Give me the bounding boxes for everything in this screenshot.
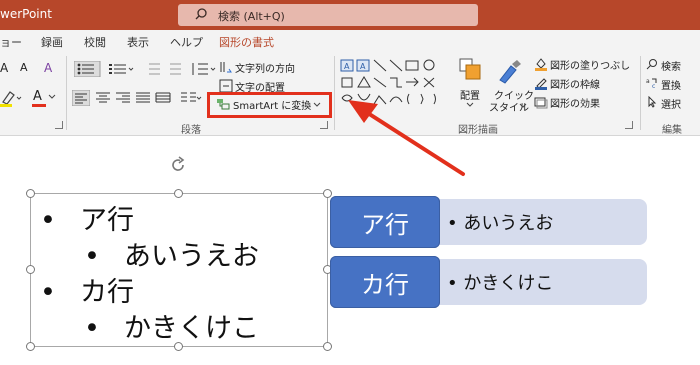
chevron-down-icon[interactable]: [519, 103, 527, 109]
bullet-glyph: •: [84, 313, 100, 344]
bullet-glyph: •: [40, 277, 56, 308]
resize-handle-w[interactable]: [26, 265, 35, 274]
bullet-text: ア行: [80, 205, 134, 236]
shape-outline-icon[interactable]: [534, 76, 548, 90]
select-button[interactable]: 選択: [661, 96, 681, 111]
shape-fill-button[interactable]: 図形の塗りつぶし: [550, 57, 630, 72]
bullet-glyph: •: [40, 205, 56, 236]
drawing-launcher-icon[interactable]: [625, 121, 633, 129]
resize-handle-ne[interactable]: [323, 189, 332, 198]
smartart-highlight: [207, 92, 332, 118]
tab-review[interactable]: 校閲: [84, 34, 106, 50]
resize-handle-n[interactable]: [174, 189, 183, 198]
numbering-icon[interactable]: [108, 62, 136, 76]
tab-view[interactable]: 表示: [127, 34, 149, 50]
bullets-icon[interactable]: [74, 61, 104, 77]
bullet-glyph: •: [84, 241, 100, 272]
search-box[interactable]: 検索 (Alt+Q): [178, 4, 478, 26]
font-color-swatch: [32, 104, 46, 107]
bullet-text: カ行: [80, 277, 134, 308]
tab-slideshow[interactable]: ョー: [0, 34, 22, 50]
font-launcher-icon[interactable]: [55, 121, 63, 129]
align-left-icon[interactable]: [72, 90, 90, 106]
separator: [66, 56, 67, 130]
paragraph-launcher-icon[interactable]: [320, 121, 328, 129]
shape-fill-icon[interactable]: [534, 57, 548, 71]
ribbon-tabs: ョー 録画 校閲 表示 ヘルプ 図形の書式: [0, 30, 700, 52]
svg-text:a: a: [646, 78, 650, 85]
justify-icon[interactable]: [135, 92, 151, 105]
font-size-down-button[interactable]: A: [20, 61, 28, 74]
shape-effects-icon[interactable]: [534, 95, 548, 109]
resize-handle-sw[interactable]: [26, 342, 35, 351]
bullet-item[interactable]: • かきくけこ: [84, 306, 259, 345]
smartart-header-1[interactable]: ア行: [330, 196, 440, 248]
bullet-item[interactable]: • ア行: [40, 198, 134, 237]
resize-handle-nw[interactable]: [26, 189, 35, 198]
svg-text:A: A: [344, 62, 350, 71]
columns-icon[interactable]: [180, 91, 202, 107]
quick-styles-icon[interactable]: [497, 58, 523, 84]
svg-text:A: A: [360, 62, 366, 71]
title-bar: werPoint 検索 (Alt+Q): [0, 0, 700, 30]
separator: [640, 56, 641, 130]
editing-group-label: 編集: [662, 125, 682, 136]
tab-shape-format[interactable]: 図形の書式: [219, 34, 274, 50]
replace-icon[interactable]: ac: [646, 77, 658, 89]
paragraph-group-label: 段落: [181, 125, 201, 136]
shape-effects-button[interactable]: 図形の効果: [550, 95, 600, 110]
find-button[interactable]: 検索: [661, 58, 681, 73]
text-direction-label[interactable]: 文字列の方向: [235, 60, 295, 75]
font-color-button[interactable]: A: [33, 89, 42, 104]
bullet-text: あいうえお: [124, 241, 259, 272]
smartart-detail-1[interactable]: • あいうえお: [437, 199, 647, 245]
align-text-icon[interactable]: [219, 79, 233, 93]
app-title: werPoint: [0, 7, 52, 21]
bullet-item[interactable]: • あいうえお: [84, 234, 259, 273]
search-icon: [195, 8, 207, 20]
align-right-icon[interactable]: [115, 92, 131, 105]
select-icon[interactable]: [646, 96, 658, 108]
clear-format-button[interactable]: A: [44, 61, 52, 75]
resize-handle-se[interactable]: [323, 342, 332, 351]
increase-indent-icon[interactable]: [164, 62, 182, 76]
text-direction-icon[interactable]: [219, 60, 233, 74]
tab-help[interactable]: ヘルプ: [170, 34, 203, 50]
chevron-down-icon[interactable]: [48, 94, 56, 100]
highlight-color-icon[interactable]: [0, 88, 24, 108]
search-placeholder: 検索 (Alt+Q): [218, 10, 285, 23]
distributed-icon[interactable]: [155, 92, 171, 105]
tab-record[interactable]: 録画: [41, 34, 63, 50]
svg-text:c: c: [652, 83, 655, 89]
line-spacing-icon[interactable]: [190, 62, 216, 76]
bullet-item[interactable]: • カ行: [40, 270, 134, 309]
font-size-up-button[interactable]: A: [0, 61, 8, 75]
find-icon[interactable]: [646, 58, 658, 70]
rotate-handle-icon[interactable]: [169, 156, 187, 174]
smartart-header-2[interactable]: カ行: [330, 256, 440, 308]
shape-outline-button[interactable]: 図形の枠線: [550, 76, 600, 91]
decrease-indent-icon[interactable]: [143, 62, 161, 76]
smartart-detail-2[interactable]: • かきくけこ: [437, 259, 647, 305]
bullet-text: かきくけこ: [124, 313, 259, 344]
arrange-icon[interactable]: [459, 58, 483, 82]
replace-button[interactable]: 置換: [661, 77, 681, 92]
annotation-arrow-icon: [348, 100, 465, 176]
align-center-icon[interactable]: [95, 92, 111, 105]
